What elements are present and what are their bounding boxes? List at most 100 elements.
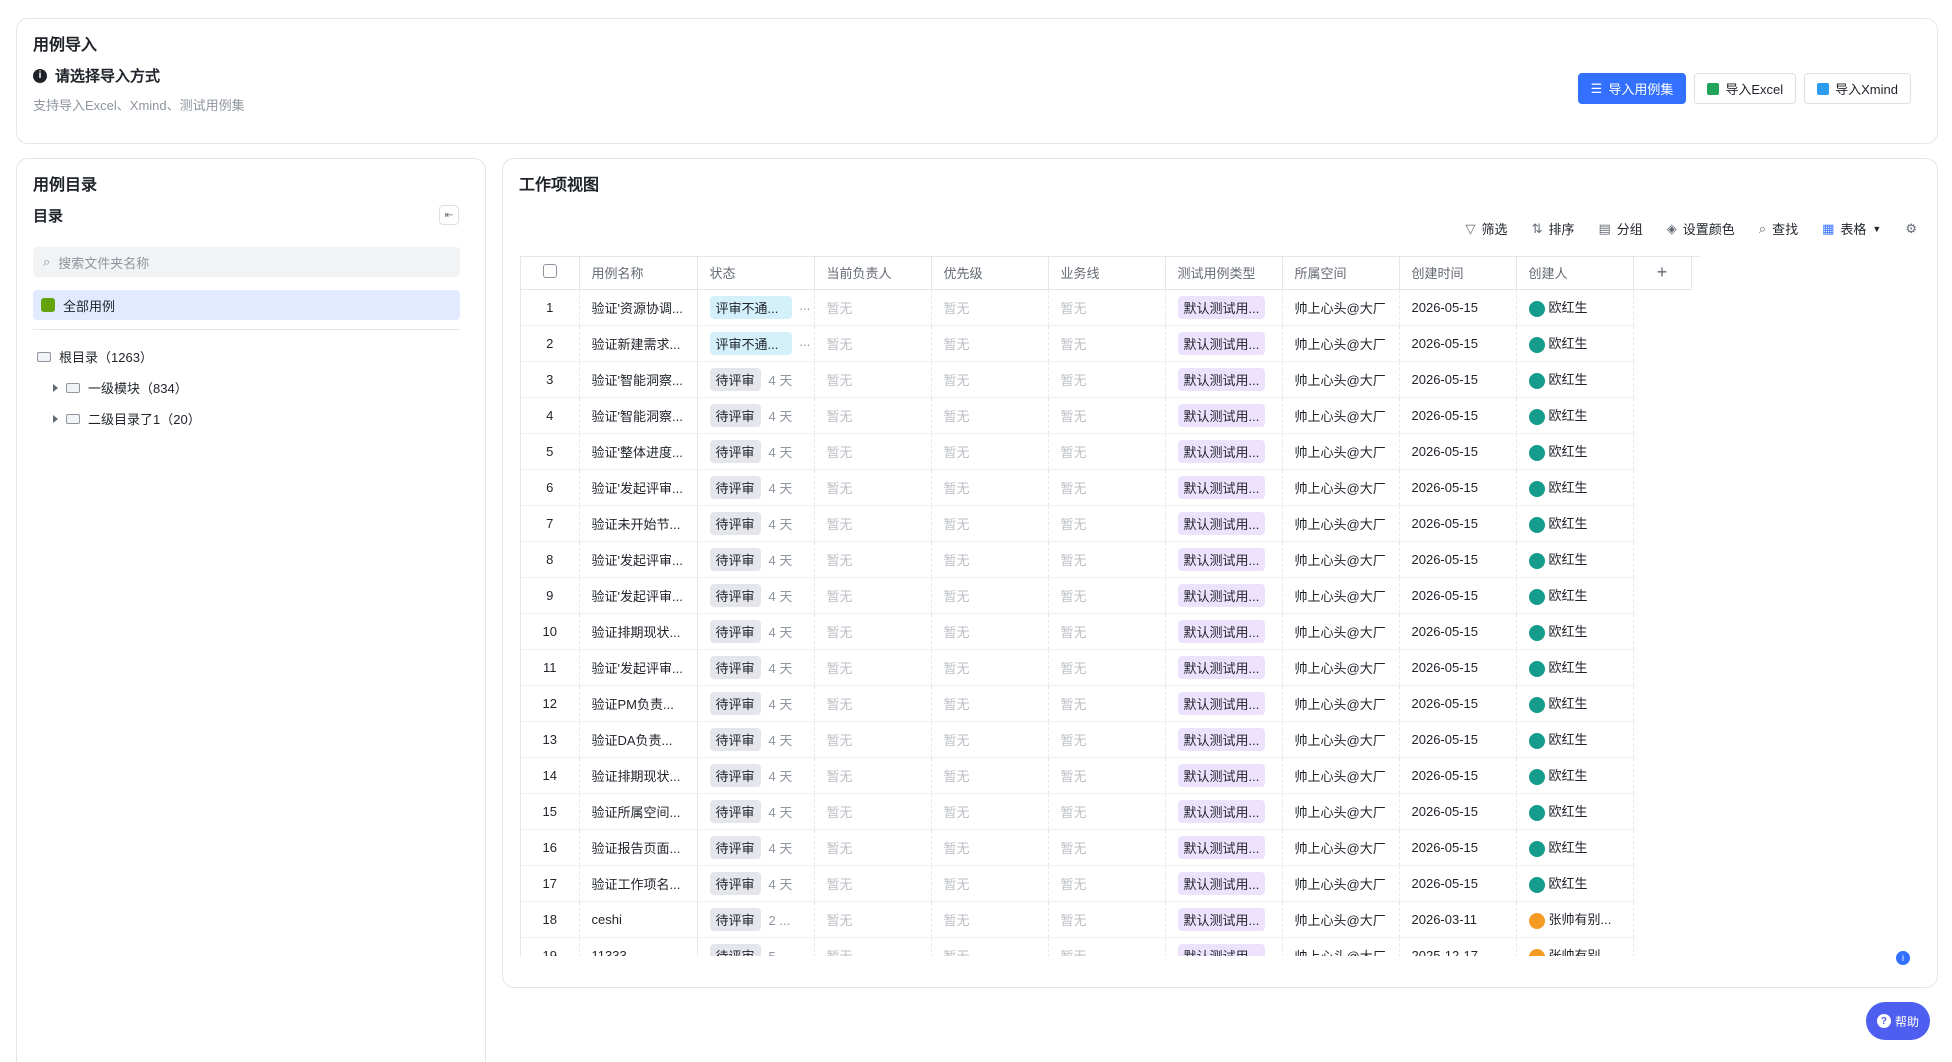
case-name-cell[interactable]: 验证'资源协调...: [579, 289, 698, 326]
case-name-cell[interactable]: 验证排期现状...: [579, 613, 698, 650]
business-line-cell[interactable]: 暂无: [1048, 397, 1166, 434]
business-line-cell[interactable]: 暂无: [1048, 505, 1166, 542]
creator-cell[interactable]: 欧红生: [1516, 649, 1634, 686]
priority-cell[interactable]: 暂无: [931, 685, 1049, 722]
status-cell[interactable]: 待评审 4 天: [697, 685, 815, 722]
sort-button[interactable]: ⇅ 排序: [1532, 219, 1575, 238]
business-line-cell[interactable]: 暂无: [1048, 541, 1166, 578]
status-cell[interactable]: 评审不通......: [697, 325, 815, 362]
settings-button[interactable]: ⚙: [1905, 219, 1917, 238]
case-type-cell[interactable]: 默认测试用...: [1165, 901, 1283, 938]
created-time-cell[interactable]: 2026-05-15: [1399, 289, 1517, 326]
space-cell[interactable]: 帅上心头@大厂: [1282, 757, 1400, 794]
business-line-cell[interactable]: 暂无: [1048, 361, 1166, 398]
status-cell[interactable]: 待评审 4 天: [697, 649, 815, 686]
owner-cell[interactable]: 暂无: [814, 901, 932, 938]
created-time-cell[interactable]: 2026-05-15: [1399, 325, 1517, 362]
business-line-cell[interactable]: 暂无: [1048, 901, 1166, 938]
status-cell[interactable]: 待评审 5: [697, 937, 815, 956]
status-cell[interactable]: 待评审 4 天: [697, 397, 815, 434]
owner-cell[interactable]: 暂无: [814, 613, 932, 650]
case-type-cell[interactable]: 默认测试用...: [1165, 685, 1283, 722]
table-row[interactable]: 19 11333 待评审 5 暂无 暂无 暂无 默认测试用... 帅上心头@大厂 2025-12-…: [521, 937, 1691, 956]
space-cell[interactable]: 帅上心头@大厂: [1282, 721, 1400, 758]
owner-cell[interactable]: 暂无: [814, 361, 932, 398]
creator-cell[interactable]: 欧红生: [1516, 289, 1634, 326]
space-cell[interactable]: 帅上心头@大厂: [1282, 649, 1400, 686]
space-cell[interactable]: 帅上心头@大厂: [1282, 793, 1400, 830]
priority-cell[interactable]: 暂无: [931, 361, 1049, 398]
status-cell[interactable]: 待评审 4 天: [697, 757, 815, 794]
help-button[interactable]: ? 帮助: [1866, 1002, 1930, 1040]
priority-cell[interactable]: 暂无: [931, 577, 1049, 614]
business-line-cell[interactable]: 暂无: [1048, 721, 1166, 758]
business-line-cell[interactable]: 暂无: [1048, 685, 1166, 722]
case-type-cell[interactable]: 默认测试用...: [1165, 397, 1283, 434]
created-time-cell[interactable]: 2026-05-15: [1399, 469, 1517, 506]
priority-cell[interactable]: 暂无: [931, 757, 1049, 794]
filter-button[interactable]: ▽ 筛选: [1466, 219, 1508, 238]
table-row[interactable]: 9 验证'发起评审... 待评审 4 天暂无 暂无 暂无 默认测试用... 帅上心头@大厂 20…: [521, 577, 1691, 614]
business-line-cell[interactable]: 暂无: [1048, 829, 1166, 866]
created-time-cell[interactable]: 2026-05-15: [1399, 865, 1517, 902]
creator-cell[interactable]: 欧红生: [1516, 325, 1634, 362]
table-row[interactable]: 18 ceshi 待评审 2 ... 暂无 暂无 暂无 默认测试用... 帅上心头@大厂 2026…: [521, 901, 1691, 938]
creator-cell[interactable]: 欧红生: [1516, 793, 1634, 830]
case-name-cell[interactable]: 验证未开始节...: [579, 505, 698, 542]
owner-cell[interactable]: 暂无: [814, 505, 932, 542]
column-header-case-type[interactable]: 测试用例类型: [1165, 257, 1283, 290]
import-xmind-button[interactable]: 导入Xmind: [1804, 73, 1911, 104]
caret-right-icon[interactable]: [53, 414, 58, 423]
case-name-cell[interactable]: 验证PM负责...: [579, 685, 698, 722]
space-cell[interactable]: 帅上心头@大厂: [1282, 829, 1400, 866]
priority-cell[interactable]: 暂无: [931, 397, 1049, 434]
column-header-owner[interactable]: 当前负责人: [814, 257, 932, 290]
space-cell[interactable]: 帅上心头@大厂: [1282, 865, 1400, 902]
table-row[interactable]: 15 验证所属空间... 待评审 4 天暂无 暂无 暂无 默认测试用... 帅上心头@大厂 20…: [521, 793, 1691, 830]
table-row[interactable]: 2 验证新建需求... 评审不通...... 暂无 暂无 暂无 默认测试用... 帅上心头@大…: [521, 325, 1691, 362]
space-cell[interactable]: 帅上心头@大厂: [1282, 469, 1400, 506]
status-cell[interactable]: 待评审 4 天: [697, 793, 815, 830]
business-line-cell[interactable]: 暂无: [1048, 937, 1166, 956]
priority-cell[interactable]: 暂无: [931, 505, 1049, 542]
business-line-cell[interactable]: 暂无: [1048, 649, 1166, 686]
column-header-space[interactable]: 所属空间: [1282, 257, 1400, 290]
space-cell[interactable]: 帅上心头@大厂: [1282, 541, 1400, 578]
status-cell[interactable]: 待评审 4 天: [697, 433, 815, 470]
status-cell[interactable]: 待评审 2 ...: [697, 901, 815, 938]
case-type-cell[interactable]: 默认测试用...: [1165, 433, 1283, 470]
business-line-cell[interactable]: 暂无: [1048, 469, 1166, 506]
owner-cell[interactable]: 暂无: [814, 649, 932, 686]
priority-cell[interactable]: 暂无: [931, 541, 1049, 578]
caret-right-icon[interactable]: [53, 383, 58, 392]
priority-cell[interactable]: 暂无: [931, 865, 1049, 902]
creator-cell[interactable]: 欧红生: [1516, 505, 1634, 542]
case-name-cell[interactable]: 验证DA负责...: [579, 721, 698, 758]
case-name-cell[interactable]: 验证'智能洞察...: [579, 397, 698, 434]
status-cell[interactable]: 待评审 4 天: [697, 865, 815, 902]
case-name-cell[interactable]: 验证工作项名...: [579, 865, 698, 902]
status-cell[interactable]: 评审不通......: [697, 289, 815, 326]
case-type-cell[interactable]: 默认测试用...: [1165, 289, 1283, 326]
owner-cell[interactable]: 暂无: [814, 865, 932, 902]
creator-cell[interactable]: 欧红生: [1516, 685, 1634, 722]
space-cell[interactable]: 帅上心头@大厂: [1282, 613, 1400, 650]
status-cell[interactable]: 待评审 4 天: [697, 505, 815, 542]
business-line-cell[interactable]: 暂无: [1048, 325, 1166, 362]
creator-cell[interactable]: 欧红生: [1516, 397, 1634, 434]
column-header-creator[interactable]: 创建人: [1516, 257, 1634, 290]
group-button[interactable]: ▤ 分组: [1598, 219, 1642, 238]
import-caseset-button[interactable]: ☰ 导入用例集: [1577, 73, 1687, 104]
case-name-cell[interactable]: 11333: [579, 937, 698, 956]
business-line-cell[interactable]: 暂无: [1048, 433, 1166, 470]
owner-cell[interactable]: 暂无: [814, 325, 932, 362]
business-line-cell[interactable]: 暂无: [1048, 865, 1166, 902]
owner-cell[interactable]: 暂无: [814, 721, 932, 758]
created-time-cell[interactable]: 2026-05-15: [1399, 433, 1517, 470]
owner-cell[interactable]: 暂无: [814, 757, 932, 794]
creator-cell[interactable]: 欧红生: [1516, 721, 1634, 758]
business-line-cell[interactable]: 暂无: [1048, 793, 1166, 830]
priority-cell[interactable]: 暂无: [931, 937, 1049, 956]
column-header-priority[interactable]: 优先级: [931, 257, 1049, 290]
collapse-panel-button[interactable]: ⇤: [439, 205, 459, 225]
